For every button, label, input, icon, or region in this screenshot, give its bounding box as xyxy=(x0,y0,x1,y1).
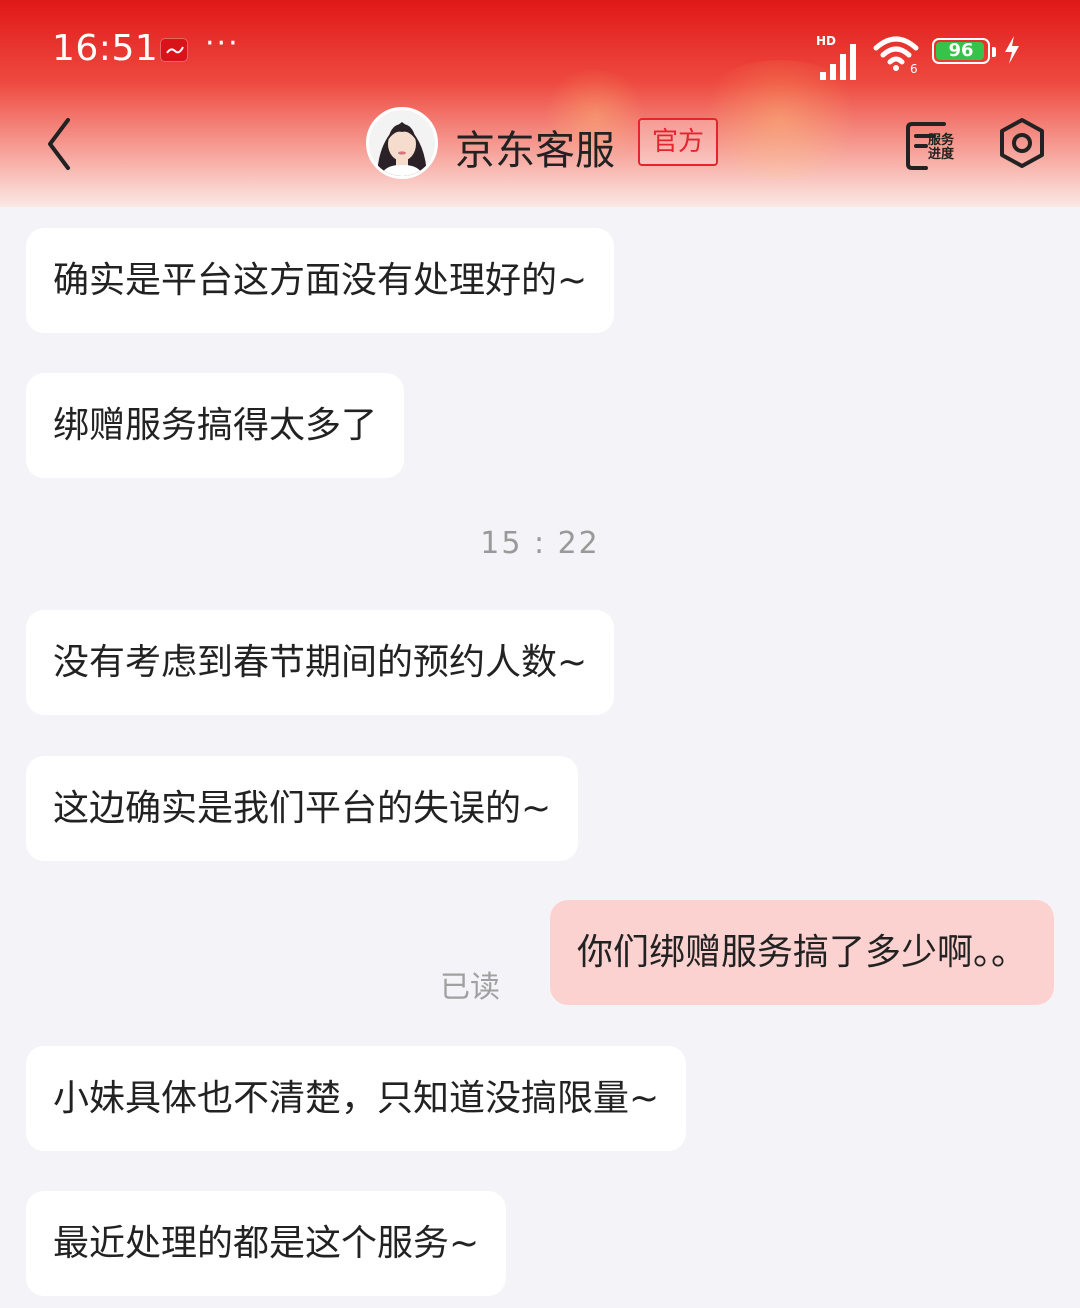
settings-icon[interactable] xyxy=(996,114,1048,174)
battery-icon: 96 xyxy=(932,38,990,64)
message-incoming[interactable]: 没有考虑到春节期间的预约人数~ xyxy=(26,610,615,715)
status-time: 16:51 xyxy=(52,28,159,69)
service-progress-button[interactable]: 服务 进度 xyxy=(904,114,966,174)
chat-title: 京东客服 xyxy=(455,128,615,174)
status-bar: 16:51 ··· HD 6 96 xyxy=(0,18,1080,80)
message-incoming[interactable]: 最近处理的都是这个服务~ xyxy=(26,1191,507,1296)
signal-icon xyxy=(820,44,856,80)
battery-tip xyxy=(992,47,996,57)
message-incoming[interactable]: 绑赠服务搞得太多了 xyxy=(26,373,405,478)
more-dots-icon: ··· xyxy=(205,26,240,61)
avatar[interactable] xyxy=(366,107,438,179)
svg-text:6: 6 xyxy=(910,62,918,74)
read-receipt: 已读 xyxy=(440,970,500,1005)
message-incoming[interactable]: 这边确实是我们平台的失误的~ xyxy=(26,756,579,861)
charging-icon xyxy=(1005,36,1019,64)
app-notification-icon xyxy=(160,38,188,62)
header: 16:51 ··· HD 6 96 京东客服 官方 服务 进度 xyxy=(0,0,1080,207)
message-incoming[interactable]: 小妹具体也不清楚，只知道没搞限量~ xyxy=(26,1046,687,1151)
back-icon[interactable] xyxy=(40,114,84,174)
battery-level: 96 xyxy=(948,40,974,61)
wifi-icon: 6 xyxy=(873,36,919,74)
nav-bar: 京东客服 官方 服务 进度 xyxy=(0,100,1080,190)
message-outgoing[interactable]: 你们绑赠服务搞了多少啊。。 xyxy=(549,900,1054,1005)
timestamp: 15 : 22 xyxy=(480,526,600,561)
service-progress-label: 服务 进度 xyxy=(928,133,955,162)
message-incoming[interactable]: 确实是平台这方面没有处理好的~ xyxy=(26,228,615,333)
official-badge: 官方 xyxy=(638,118,719,166)
